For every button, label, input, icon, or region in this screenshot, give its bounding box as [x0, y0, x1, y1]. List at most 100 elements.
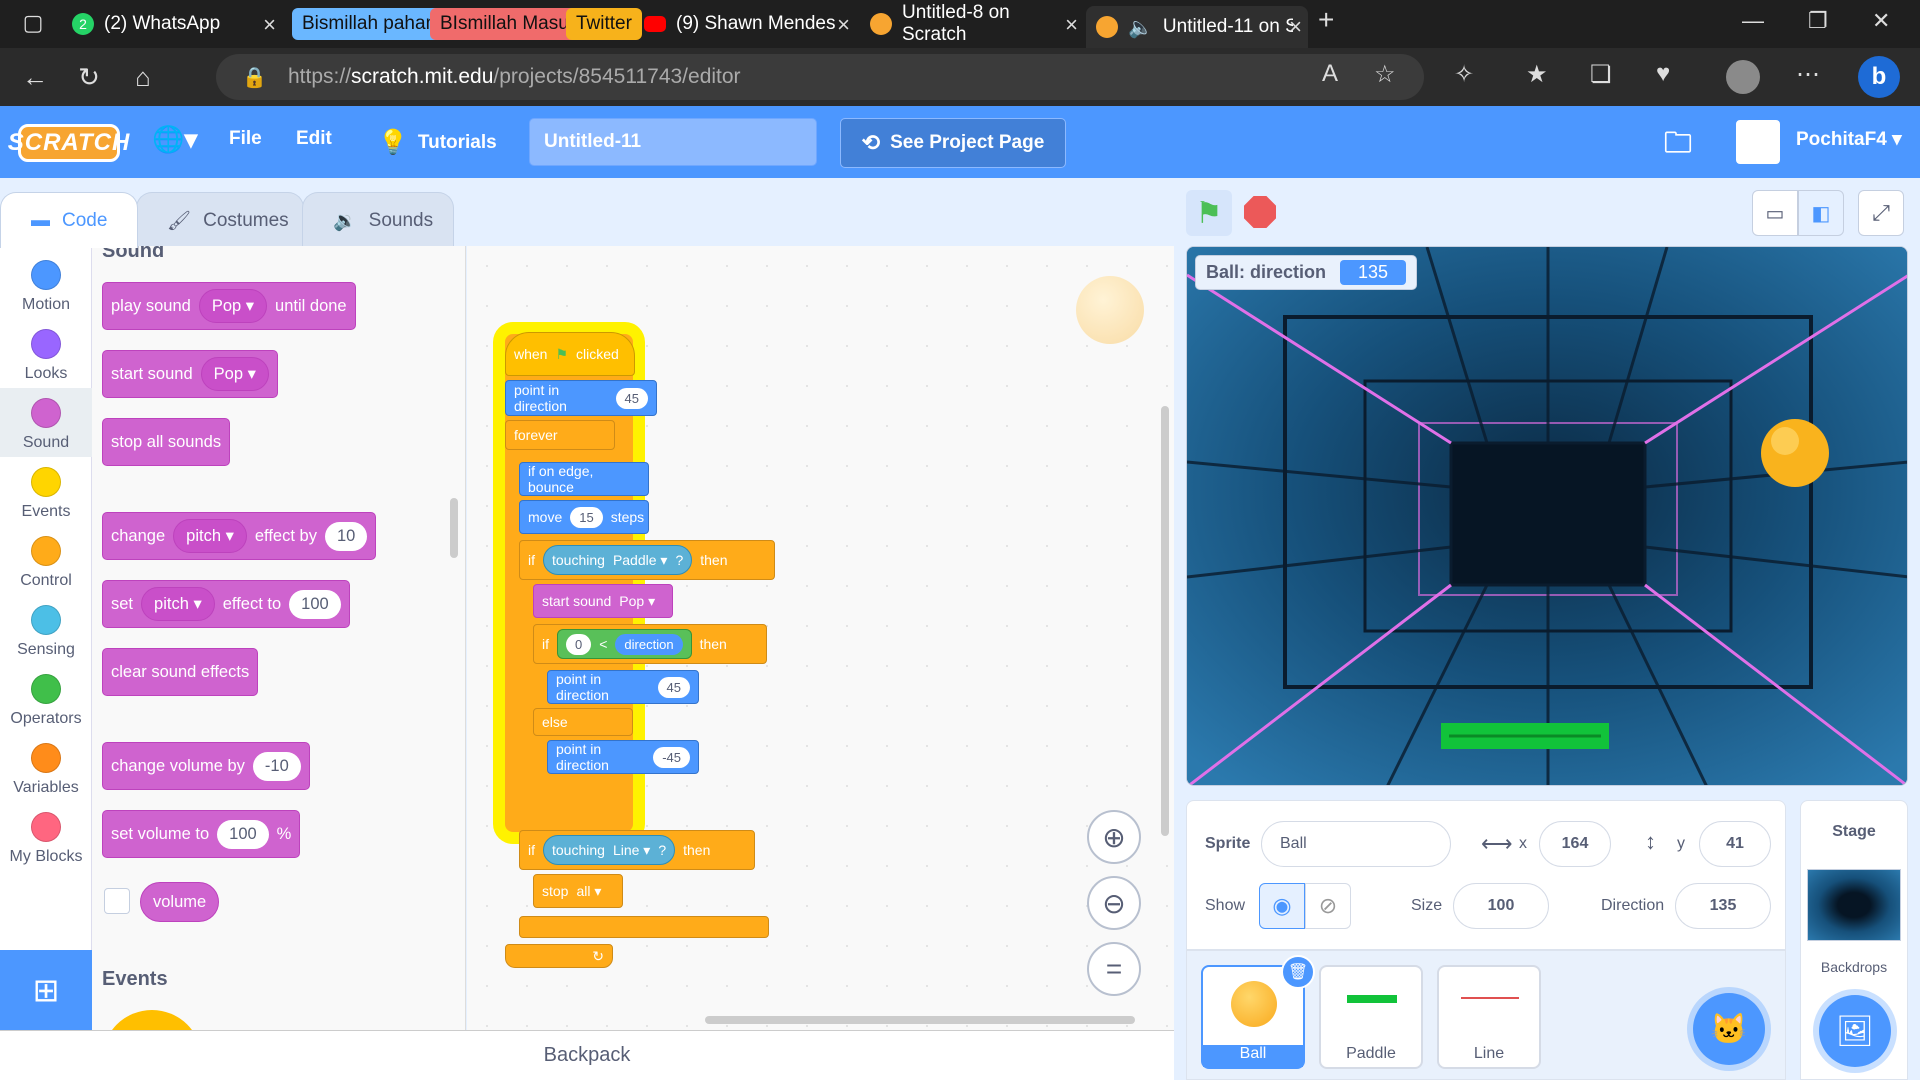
effect-value-input[interactable]: 10: [324, 521, 368, 551]
small-stage-button[interactable]: ▭: [1752, 190, 1798, 236]
direction-input[interactable]: -45: [653, 746, 690, 768]
back-icon[interactable]: ←: [16, 58, 54, 96]
my-stuff-folder-icon[interactable]: 🗀: [1664, 122, 1692, 170]
object-dropdown[interactable]: Paddle ▾: [613, 552, 668, 569]
see-project-page-button[interactable]: ⟲ See Project Page: [840, 118, 1066, 168]
block-change-effect-by[interactable]: change pitch ▾ effect by 10: [102, 512, 377, 560]
variable-monitor[interactable]: Ball: direction 135: [1195, 255, 1418, 290]
read-aloud-icon[interactable]: A: [1322, 60, 1338, 88]
delete-sprite-icon[interactable]: 🗑: [1281, 955, 1315, 989]
block-if-on-edge-bounce[interactable]: if on edge, bounce: [519, 462, 649, 496]
block-touching-line[interactable]: touching Line ▾ ?: [543, 835, 676, 865]
block-if-direction-positive[interactable]: if 0 < direction then: [533, 624, 767, 664]
close-icon[interactable]: ×: [263, 12, 276, 38]
show-visible-eye-icon[interactable]: ◉: [1259, 883, 1305, 929]
volume-value-input[interactable]: -10: [252, 751, 301, 781]
block-forever[interactable]: forever: [505, 420, 615, 450]
block-point-in-direction[interactable]: point in direction 45: [505, 380, 657, 416]
more-icon[interactable]: ⋯: [1796, 60, 1820, 89]
script-area[interactable]: when ⚑ clicked point in direction 45 for…: [467, 246, 1174, 1030]
category-my-blocks[interactable]: My Blocks: [0, 802, 92, 871]
block-move-steps[interactable]: move 15 steps: [519, 500, 649, 534]
category-looks[interactable]: Looks: [0, 319, 92, 388]
category-motion[interactable]: Motion: [0, 250, 92, 319]
extensions-icon[interactable]: ✧: [1454, 60, 1474, 89]
block-change-volume-by[interactable]: change volume by -10: [102, 742, 310, 790]
user-avatar[interactable]: [1736, 120, 1780, 164]
tab-youtube[interactable]: (9) Shawn Mendes - In ×: [634, 4, 856, 44]
volume-monitor-checkbox[interactable]: [104, 888, 130, 914]
tab-actions-icon[interactable]: ▢: [14, 4, 52, 42]
block-play-sound-until-done[interactable]: play sound Pop ▾ until done: [102, 282, 356, 330]
sprite-name-input[interactable]: Ball: [1261, 821, 1451, 867]
block-stop-all[interactable]: stop all ▾: [533, 874, 623, 908]
effect-dropdown[interactable]: pitch ▾: [141, 587, 215, 621]
object-dropdown[interactable]: Line ▾: [613, 842, 650, 859]
tab-group-bismillah-masuk[interactable]: BIsmillah Masuk: [430, 8, 589, 40]
green-flag-button[interactable]: ⚑: [1186, 190, 1232, 236]
tab-group-bismillah-paham[interactable]: Bismillah paham: [292, 8, 452, 40]
collections-icon[interactable]: ❏: [1590, 60, 1612, 89]
project-title-input[interactable]: Untitled-11: [529, 118, 817, 166]
stop-button[interactable]: [1244, 196, 1276, 228]
scratch-logo[interactable]: SCRATCH: [8, 124, 129, 162]
tab-sounds[interactable]: 🔉 Sounds: [302, 192, 454, 248]
y-input[interactable]: 41: [1699, 821, 1771, 867]
block-start-sound-pop[interactable]: start sound Pop ▾: [533, 584, 673, 618]
effect-dropdown[interactable]: pitch ▾: [173, 519, 247, 553]
performance-icon[interactable]: ♥: [1656, 60, 1670, 88]
zoom-reset-button[interactable]: =: [1087, 942, 1141, 996]
favorites-icon[interactable]: ★: [1526, 60, 1548, 89]
block-set-effect-to[interactable]: set pitch ▾ effect to 100: [102, 580, 350, 628]
direction-input[interactable]: 45: [657, 676, 690, 698]
category-events[interactable]: Events: [0, 457, 92, 526]
home-icon[interactable]: ⌂: [124, 58, 162, 96]
category-control[interactable]: Control: [0, 526, 92, 595]
block-volume-reporter[interactable]: volume: [140, 882, 220, 922]
x-input[interactable]: 164: [1539, 821, 1611, 867]
block-if-touching-paddle[interactable]: if touching Paddle ▾ ? then: [519, 540, 775, 580]
close-icon[interactable]: ×: [1289, 14, 1302, 40]
close-icon[interactable]: ×: [1065, 12, 1078, 38]
category-operators[interactable]: Operators: [0, 664, 92, 733]
size-input[interactable]: 100: [1453, 883, 1549, 929]
direction-reporter[interactable]: direction: [615, 633, 683, 655]
category-variables[interactable]: Variables: [0, 733, 92, 802]
tab-code[interactable]: ▬ Code: [0, 192, 138, 248]
minimize-icon[interactable]: —: [1742, 8, 1764, 34]
tab-costumes[interactable]: 🖌 Costumes: [136, 192, 304, 248]
block-start-sound[interactable]: start sound Pop ▾: [102, 350, 278, 398]
window-close-icon[interactable]: ✕: [1872, 8, 1890, 34]
stage-canvas[interactable]: Ball: direction 135: [1186, 246, 1908, 786]
fullscreen-button[interactable]: ⤢: [1858, 190, 1904, 236]
tab-untitled-8[interactable]: Untitled-8 on Scratch ×: [860, 2, 1084, 45]
block-stop-all-sounds[interactable]: stop all sounds: [102, 418, 231, 466]
steps-input[interactable]: 15: [570, 506, 603, 528]
sound-dropdown[interactable]: Pop ▾: [198, 289, 268, 323]
block-point-in-direction-neg45[interactable]: point in direction -45: [547, 740, 699, 774]
number-input[interactable]: 0: [566, 633, 592, 655]
tab-whatsapp[interactable]: 2 (2) WhatsApp ×: [62, 4, 282, 44]
choose-backdrop-button[interactable]: 🖼: [1819, 995, 1891, 1067]
block-clear-sound-effects[interactable]: clear sound effects: [102, 648, 259, 696]
category-sound[interactable]: Sound: [0, 388, 92, 457]
language-globe-icon[interactable]: 🌐▾: [152, 124, 197, 155]
effect-value-input[interactable]: 100: [289, 589, 341, 619]
choose-sprite-cat-button[interactable]: 🐱: [1693, 993, 1765, 1065]
direction-input[interactable]: 135: [1675, 883, 1771, 929]
add-extension-button[interactable]: ⊞: [0, 950, 92, 1030]
sound-dropdown[interactable]: Pop ▾: [619, 593, 655, 610]
block-touching-paddle[interactable]: touching Paddle ▾ ?: [543, 545, 693, 575]
stage-target-panel[interactable]: Stage Backdrops 🖼: [1800, 800, 1908, 1080]
add-favorite-icon[interactable]: ☆: [1374, 60, 1396, 89]
file-menu[interactable]: File: [229, 128, 262, 150]
direction-input[interactable]: 45: [615, 387, 648, 409]
tab-untitled-11[interactable]: 🔈 Untitled-11 on Sc ×: [1086, 6, 1308, 48]
bing-copilot-icon[interactable]: b: [1858, 56, 1900, 98]
block-less-than[interactable]: 0 < direction: [557, 629, 692, 659]
volume-value-input[interactable]: 100: [217, 819, 269, 849]
url-field[interactable]: 🔒 https:// scratch.mit.edu /projects/854…: [216, 54, 1424, 100]
block-set-volume-to[interactable]: set volume to 100 %: [102, 810, 301, 858]
restore-icon[interactable]: ❐: [1808, 8, 1828, 34]
sprite-tile-paddle[interactable]: Paddle: [1319, 965, 1423, 1069]
